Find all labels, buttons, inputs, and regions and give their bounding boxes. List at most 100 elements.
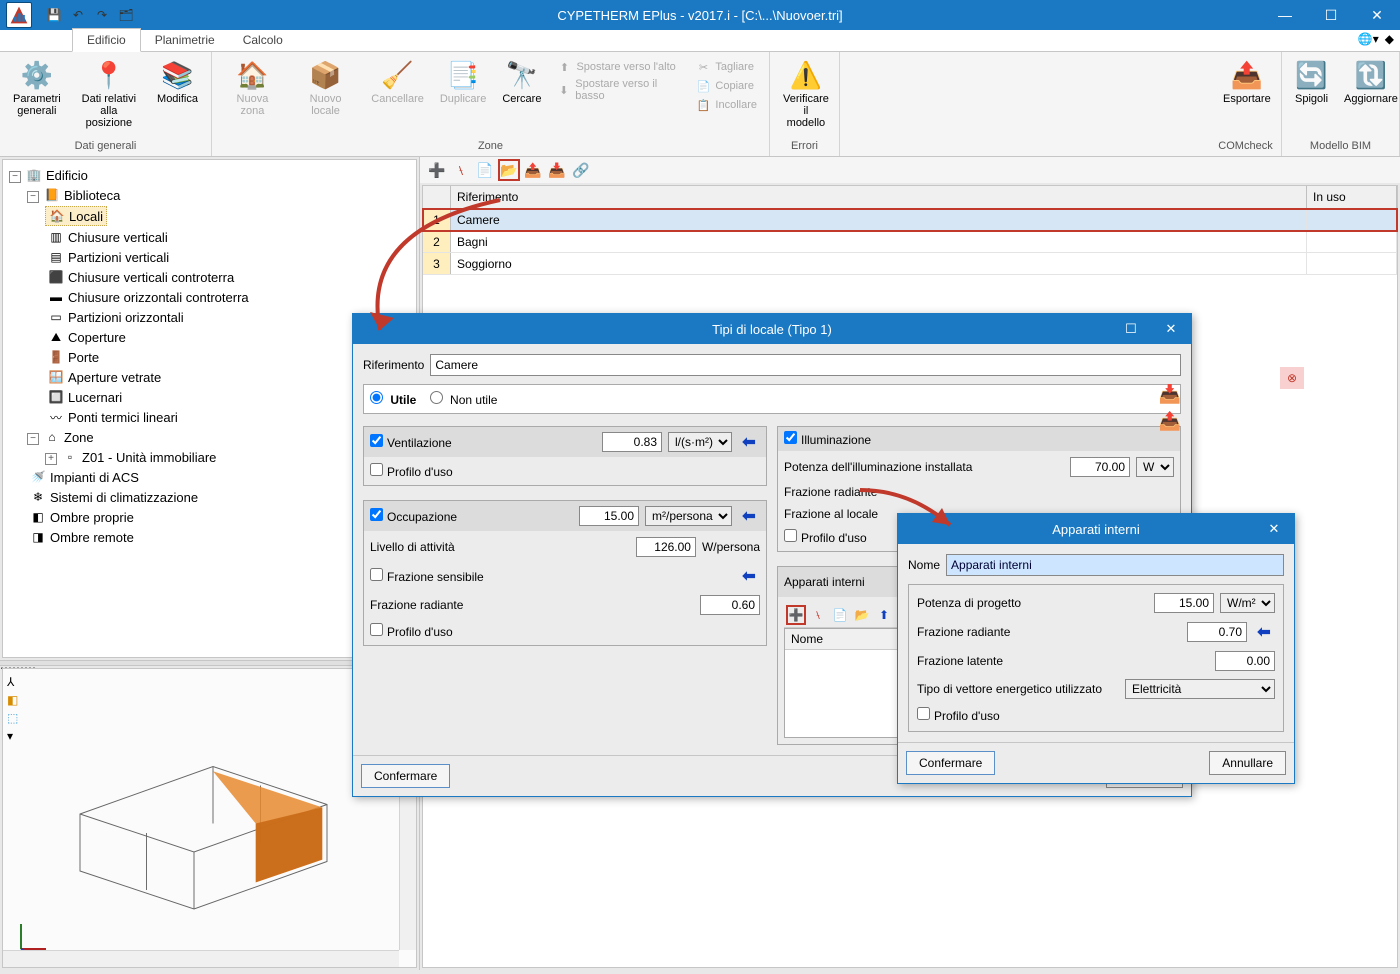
tree-expander[interactable]: − bbox=[9, 171, 21, 183]
add-button[interactable]: ➕ bbox=[426, 159, 448, 181]
view-icon[interactable]: ▾ bbox=[7, 729, 18, 743]
occupazione-unit[interactable]: m²/persona bbox=[645, 506, 732, 526]
dlg-maximize-button[interactable]: ☐ bbox=[1111, 314, 1151, 344]
occupazione-value[interactable] bbox=[579, 506, 639, 526]
export-icon[interactable]: 📤 bbox=[1159, 411, 1181, 432]
tree-item[interactable]: ⬛Chiusure verticali controterra bbox=[45, 268, 237, 286]
tree-item[interactable]: 🔲Lucernari bbox=[45, 388, 125, 406]
error-badge[interactable]: ⊗ bbox=[1280, 367, 1304, 389]
tree-item[interactable]: ⛰Coperture bbox=[45, 328, 129, 346]
profilo-check[interactable]: Profilo d'uso bbox=[370, 465, 453, 479]
col-riferimento[interactable]: Riferimento bbox=[451, 186, 1307, 208]
occupazione-check[interactable]: Occupazione bbox=[370, 508, 457, 524]
save-icon[interactable]: 💾 bbox=[44, 5, 64, 25]
redo-icon[interactable]: ↷ bbox=[92, 5, 112, 25]
tree-item[interactable]: 🚪Porte bbox=[45, 348, 102, 366]
dlg-close-button[interactable]: ✕ bbox=[1254, 514, 1294, 544]
edit-button[interactable]: 📂 bbox=[498, 159, 520, 181]
nonutile-radio[interactable]: Non utile bbox=[430, 393, 498, 407]
tree-biblioteca[interactable]: 📙Biblioteca bbox=[41, 186, 123, 204]
spigoli-button[interactable]: 🔄Spigoli bbox=[1288, 56, 1335, 108]
confermare-button[interactable]: Confermare bbox=[361, 764, 450, 788]
tree-z01[interactable]: ▫Z01 - Unità immobiliare bbox=[59, 448, 219, 466]
ventilazione-check[interactable]: Ventilazione bbox=[370, 434, 452, 450]
frad-value[interactable] bbox=[1187, 622, 1247, 642]
col-inuso[interactable]: In uso bbox=[1307, 186, 1397, 208]
tree-zone[interactable]: ⌂Zone bbox=[41, 428, 97, 446]
tab-calcolo[interactable]: Calcolo bbox=[229, 29, 297, 51]
tree-expander[interactable]: − bbox=[27, 191, 39, 203]
tab-planimetrie[interactable]: Planimetrie bbox=[141, 29, 229, 51]
annullare-button[interactable]: Annullare bbox=[1209, 751, 1286, 775]
nome-input[interactable] bbox=[946, 554, 1284, 576]
pot-illum-unit[interactable]: W bbox=[1136, 457, 1174, 477]
ventilazione-value[interactable] bbox=[602, 432, 662, 452]
table-row[interactable]: 3 Soggiorno bbox=[423, 253, 1397, 275]
table-row[interactable]: 1 Camere bbox=[423, 209, 1397, 231]
scrollbar-horizontal[interactable] bbox=[3, 950, 399, 967]
tree-ombre-proprie[interactable]: ◧Ombre proprie bbox=[27, 508, 137, 526]
aggiornare-button[interactable]: 🔃Aggiornare bbox=[1337, 56, 1400, 108]
maximize-button[interactable]: ☐ bbox=[1308, 0, 1354, 30]
add-apparato-button[interactable]: ➕ bbox=[786, 605, 806, 625]
import-button[interactable]: 📥 bbox=[546, 159, 568, 181]
view-icon[interactable]: ◧ bbox=[7, 693, 18, 707]
nav-left-icon[interactable]: ⬅ bbox=[738, 505, 760, 527]
frazione-sensibile-check[interactable]: Frazione sensibile bbox=[370, 568, 484, 584]
pot-illum-value[interactable] bbox=[1070, 457, 1130, 477]
tree-item[interactable]: 🪟Aperture vetrate bbox=[45, 368, 164, 386]
potenza-value[interactable] bbox=[1154, 593, 1214, 613]
close-button[interactable]: ✕ bbox=[1354, 0, 1400, 30]
profilo-check[interactable]: Profilo d'uso bbox=[917, 709, 1000, 723]
dati-posizione-button[interactable]: 📍Dati relativi alla posizione bbox=[70, 56, 148, 132]
flat-value[interactable] bbox=[1215, 651, 1275, 671]
nav-left-icon[interactable]: ⬅ bbox=[1253, 621, 1275, 643]
copy-button[interactable]: 📄 bbox=[474, 159, 496, 181]
view-icon[interactable]: ⬚ bbox=[7, 711, 18, 725]
tree-item[interactable]: ▬Chiusure orizzontali controterra bbox=[45, 288, 252, 306]
nav-left-icon[interactable]: ⬅ bbox=[738, 565, 760, 587]
edit-apparato-button[interactable]: 📂 bbox=[852, 605, 872, 625]
minimize-button[interactable]: — bbox=[1262, 0, 1308, 30]
ventilazione-unit[interactable]: l/(s·m²) bbox=[668, 432, 732, 452]
tree-expander[interactable]: − bbox=[27, 433, 39, 445]
delete-button[interactable]: ⧷ bbox=[450, 159, 472, 181]
esportare-button[interactable]: 📤Esportare bbox=[1216, 56, 1278, 108]
tree-locali[interactable]: 🏠Locali bbox=[45, 206, 107, 226]
livello-value[interactable] bbox=[636, 537, 696, 557]
export-button[interactable]: 📤 bbox=[522, 159, 544, 181]
illuminazione-check[interactable]: Illuminazione bbox=[784, 431, 871, 447]
confermare-button[interactable]: Confermare bbox=[906, 751, 995, 775]
config-icon[interactable]: ◆ bbox=[1385, 32, 1394, 46]
dlg-close-button[interactable]: ✕ bbox=[1151, 314, 1191, 344]
tree-item[interactable]: 〰Ponti termici lineari bbox=[45, 408, 181, 426]
riferimento-input[interactable] bbox=[430, 354, 1181, 376]
utile-radio[interactable]: Utile bbox=[370, 393, 416, 407]
parametri-generali-button[interactable]: ⚙️Parametri generali bbox=[6, 56, 68, 120]
copy-apparato-button[interactable]: 📄 bbox=[830, 605, 850, 625]
potenza-unit[interactable]: W/m² bbox=[1220, 593, 1275, 613]
modifica-button[interactable]: 📚Modifica bbox=[150, 56, 205, 108]
undo-icon[interactable]: ↶ bbox=[68, 5, 88, 25]
tree-item[interactable]: ▭Partizioni orizzontali bbox=[45, 308, 187, 326]
tree-ombre-remote[interactable]: ◨Ombre remote bbox=[27, 528, 137, 546]
tree-root[interactable]: 🏢Edificio bbox=[23, 166, 91, 184]
table-row[interactable]: 2 Bagni bbox=[423, 231, 1397, 253]
tipo-select[interactable]: Elettricità bbox=[1125, 679, 1275, 699]
verificare-button[interactable]: ⚠️Verificare il modello bbox=[776, 56, 836, 132]
view-icon[interactable]: ⅄ bbox=[7, 675, 18, 689]
tree-item[interactable]: ▤Partizioni verticali bbox=[45, 248, 172, 266]
cercare-button[interactable]: 🔭Cercare bbox=[495, 56, 548, 108]
tree-acs[interactable]: 🚿Impianti di ACS bbox=[27, 468, 142, 486]
assign-button[interactable]: 🔗 bbox=[570, 159, 592, 181]
delete-apparato-button[interactable]: ⧷ bbox=[808, 605, 828, 625]
help-icon[interactable]: 🌐▾ bbox=[1358, 32, 1379, 46]
tree-clim[interactable]: ❄Sistemi di climatizzazione bbox=[27, 488, 201, 506]
frazione-radiante-value[interactable] bbox=[700, 595, 760, 615]
import-icon[interactable]: 📥 bbox=[1159, 384, 1181, 405]
recent-icon[interactable]: 🗂 bbox=[116, 5, 136, 25]
profilo-check[interactable]: Profilo d'uso bbox=[370, 625, 453, 639]
nav-left-icon[interactable]: ⬅ bbox=[738, 431, 760, 453]
tree-item[interactable]: ▥Chiusure verticali bbox=[45, 228, 171, 246]
up-apparato-button[interactable]: ⬆ bbox=[874, 605, 894, 625]
